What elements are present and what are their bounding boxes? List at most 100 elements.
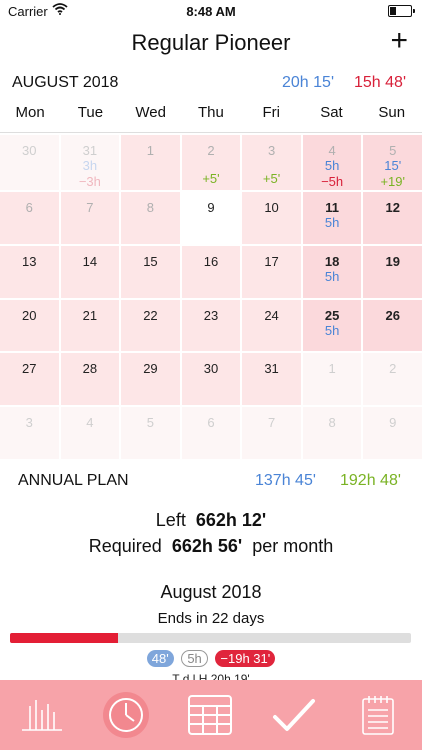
calendar-day-number: 11: [325, 200, 339, 215]
calendar-day-number: 30: [22, 143, 37, 158]
calendar-day-number: 8: [146, 200, 155, 215]
tab-calendar[interactable]: [168, 680, 252, 750]
calendar-day[interactable]: 8: [302, 407, 362, 459]
required-value: 662h 56': [171, 536, 243, 556]
calendar-day[interactable]: 7: [242, 407, 301, 459]
month-label[interactable]: AUGUST 2018: [12, 74, 118, 92]
badge-row: 48' 5h −19h 31': [0, 650, 422, 670]
tab-check[interactable]: [252, 680, 336, 750]
tab-timer[interactable]: [84, 680, 168, 750]
calendar-day-number: 20: [22, 307, 37, 323]
calendar-grid: 30 31 3h −3h 1 2 +5' 3 +5' 4 5h −5h 5 15' +19' 6 7 8 9 10 11…: [0, 135, 422, 459]
clock-icon: [109, 698, 143, 732]
day-hours-blue: 5h: [324, 322, 340, 338]
calendar-day[interactable]: 8: [121, 192, 180, 244]
calendar-day[interactable]: 15: [121, 245, 180, 298]
calendar-day[interactable]: 6: [181, 407, 241, 459]
calendar-day[interactable]: 31: [242, 353, 301, 406]
calendar-day-number: 4: [86, 415, 94, 431]
calendar-day-number: 4: [328, 143, 336, 158]
calendar-day[interactable]: 17: [242, 245, 301, 298]
calendar-day-number: 6: [207, 415, 215, 431]
calendar-day[interactable]: 24: [242, 299, 301, 352]
add-button[interactable]: +: [390, 24, 408, 58]
calendar-day[interactable]: 18 5h: [302, 245, 362, 298]
calendar-day[interactable]: 5 15' +19': [363, 135, 422, 190]
calendar-day[interactable]: 13: [0, 245, 59, 298]
calendar-day-number: 28: [82, 361, 98, 377]
calendar-day-number: 6: [25, 200, 33, 215]
calendar-day[interactable]: 9: [181, 192, 241, 244]
bar-chart-icon: [22, 700, 62, 731]
calendar-day[interactable]: 1: [121, 135, 180, 190]
calendar-day[interactable]: 14: [60, 245, 120, 298]
calendar-day-number: 8: [328, 415, 336, 431]
badge-outline: 5h: [181, 650, 208, 667]
calendar-day-number: 29: [143, 361, 158, 377]
calendar-day-number: 25: [324, 307, 340, 323]
tab-notes[interactable]: [336, 680, 420, 750]
badge-blue: 48': [146, 650, 174, 667]
calendar-day[interactable]: 7: [60, 192, 120, 244]
left-label: Left: [155, 510, 186, 530]
calendar-day[interactable]: 16: [181, 245, 241, 298]
calendar-day-number: 5: [146, 415, 155, 431]
calendar-day-number: 22: [143, 307, 158, 323]
day-hours-blue: 5h: [324, 215, 340, 230]
calendar-day[interactable]: 30: [181, 353, 241, 406]
calendar-day-number: 23: [203, 307, 219, 323]
tab-bar: [0, 680, 422, 750]
calendar-day-number: 7: [267, 415, 276, 431]
nav-bar: Regular Pioneer +: [0, 22, 422, 64]
calendar-day[interactable]: 28: [60, 353, 120, 406]
required-row: Required 662h 56' per month: [0, 536, 422, 557]
calendar-day[interactable]: 6: [0, 192, 59, 244]
calendar-day-number: 1: [328, 361, 336, 377]
calendar-day[interactable]: 21: [60, 299, 120, 352]
calendar-day[interactable]: 20: [0, 299, 59, 352]
annual-plan-row[interactable]: ANNUAL PLAN 137h 45' 192h 48': [0, 470, 422, 494]
calendar-day[interactable]: 5: [121, 407, 180, 459]
month-hours-red: 15h 48': [354, 74, 406, 91]
calendar-day[interactable]: 2 +5': [181, 135, 241, 190]
calendar-day[interactable]: 2: [363, 353, 422, 406]
day-hours-green: +5': [262, 171, 281, 186]
calendar-day[interactable]: 29: [121, 353, 180, 406]
calendar-day[interactable]: 9: [363, 407, 422, 459]
calendar-day[interactable]: 11 5h: [302, 192, 362, 244]
tab-stats[interactable]: [0, 680, 84, 750]
calendar-day[interactable]: 12: [363, 192, 422, 244]
weekday-label: Tue: [77, 104, 104, 121]
calendar-day[interactable]: 31 3h −3h: [60, 135, 120, 190]
calendar-day-number: 16: [203, 253, 219, 269]
calendar-day[interactable]: 26: [363, 299, 422, 352]
calendar-day[interactable]: 1: [302, 353, 362, 406]
day-hours-blue: 5h: [324, 268, 340, 284]
calendar-day[interactable]: 27: [0, 353, 59, 406]
calendar-day-number: 12: [385, 200, 400, 215]
calendar-day[interactable]: 3: [0, 407, 59, 459]
calendar-day[interactable]: 30: [0, 135, 59, 190]
weekday-label: Sat: [320, 104, 343, 121]
progress-bar: [10, 633, 411, 643]
calendar-day-number: 26: [385, 307, 400, 323]
calendar-day-number: 30: [203, 361, 219, 377]
calendar-day-number: 19: [385, 253, 400, 269]
calendar-day-number: 3: [267, 143, 276, 158]
calendar-day-number: 9: [389, 415, 397, 431]
calendar-day-number: 13: [22, 253, 37, 269]
left-row: Left 662h 12': [0, 510, 422, 531]
calendar-day[interactable]: 25 5h: [302, 299, 362, 352]
calendar-day[interactable]: 3 +5': [242, 135, 301, 190]
status-time: 8:48 AM: [186, 4, 236, 19]
calendar-day-number: 31: [264, 361, 279, 377]
weekday-label: Fri: [262, 104, 280, 121]
calendar-day[interactable]: 4: [60, 407, 120, 459]
calendar-day[interactable]: 10: [242, 192, 301, 244]
calendar-day[interactable]: 4 5h −5h: [302, 135, 362, 190]
calendar-day[interactable]: 22: [121, 299, 180, 352]
annual-plan-green: 192h 48': [340, 472, 401, 489]
badge-red: −19h 31': [215, 650, 276, 667]
calendar-day[interactable]: 23: [181, 299, 241, 352]
calendar-day[interactable]: 19: [363, 245, 422, 298]
